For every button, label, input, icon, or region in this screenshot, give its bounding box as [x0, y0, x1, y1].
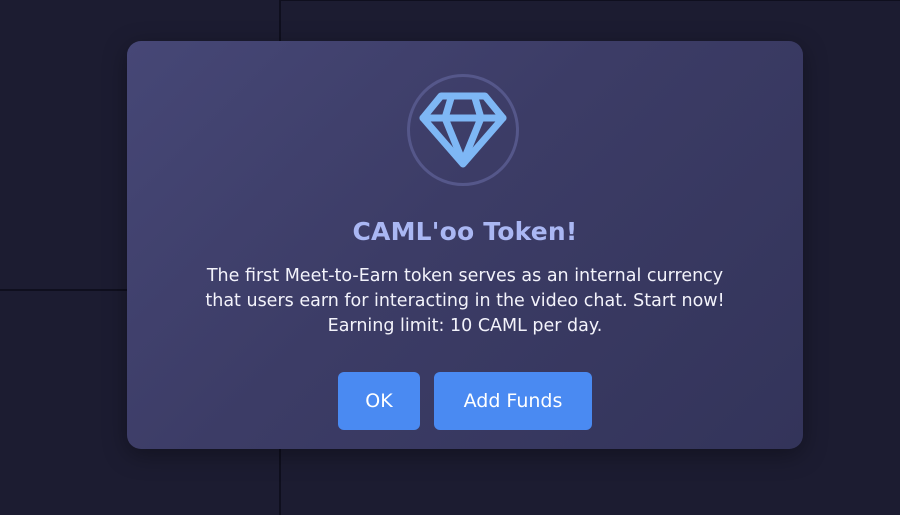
- ok-button[interactable]: OK: [338, 372, 420, 430]
- video-chat-background: CAML'oo Token! The first Meet-to-Earn to…: [0, 0, 900, 515]
- diamond-icon: [419, 92, 507, 168]
- grid-divider: [281, 0, 900, 1]
- token-dialog: CAML'oo Token! The first Meet-to-Earn to…: [127, 41, 803, 449]
- diamond-icon-badge: [407, 74, 519, 186]
- message-line: The first Meet-to-Earn token serves as a…: [206, 266, 724, 286]
- add-funds-button[interactable]: Add Funds: [434, 372, 592, 430]
- dialog-title: CAML'oo Token!: [352, 217, 578, 246]
- dialog-message: The first Meet-to-Earn token serves as a…: [167, 264, 763, 339]
- message-line: that users earn for interacting in the v…: [205, 291, 725, 311]
- message-line: Earning limit: 10 CAML per day.: [327, 316, 603, 336]
